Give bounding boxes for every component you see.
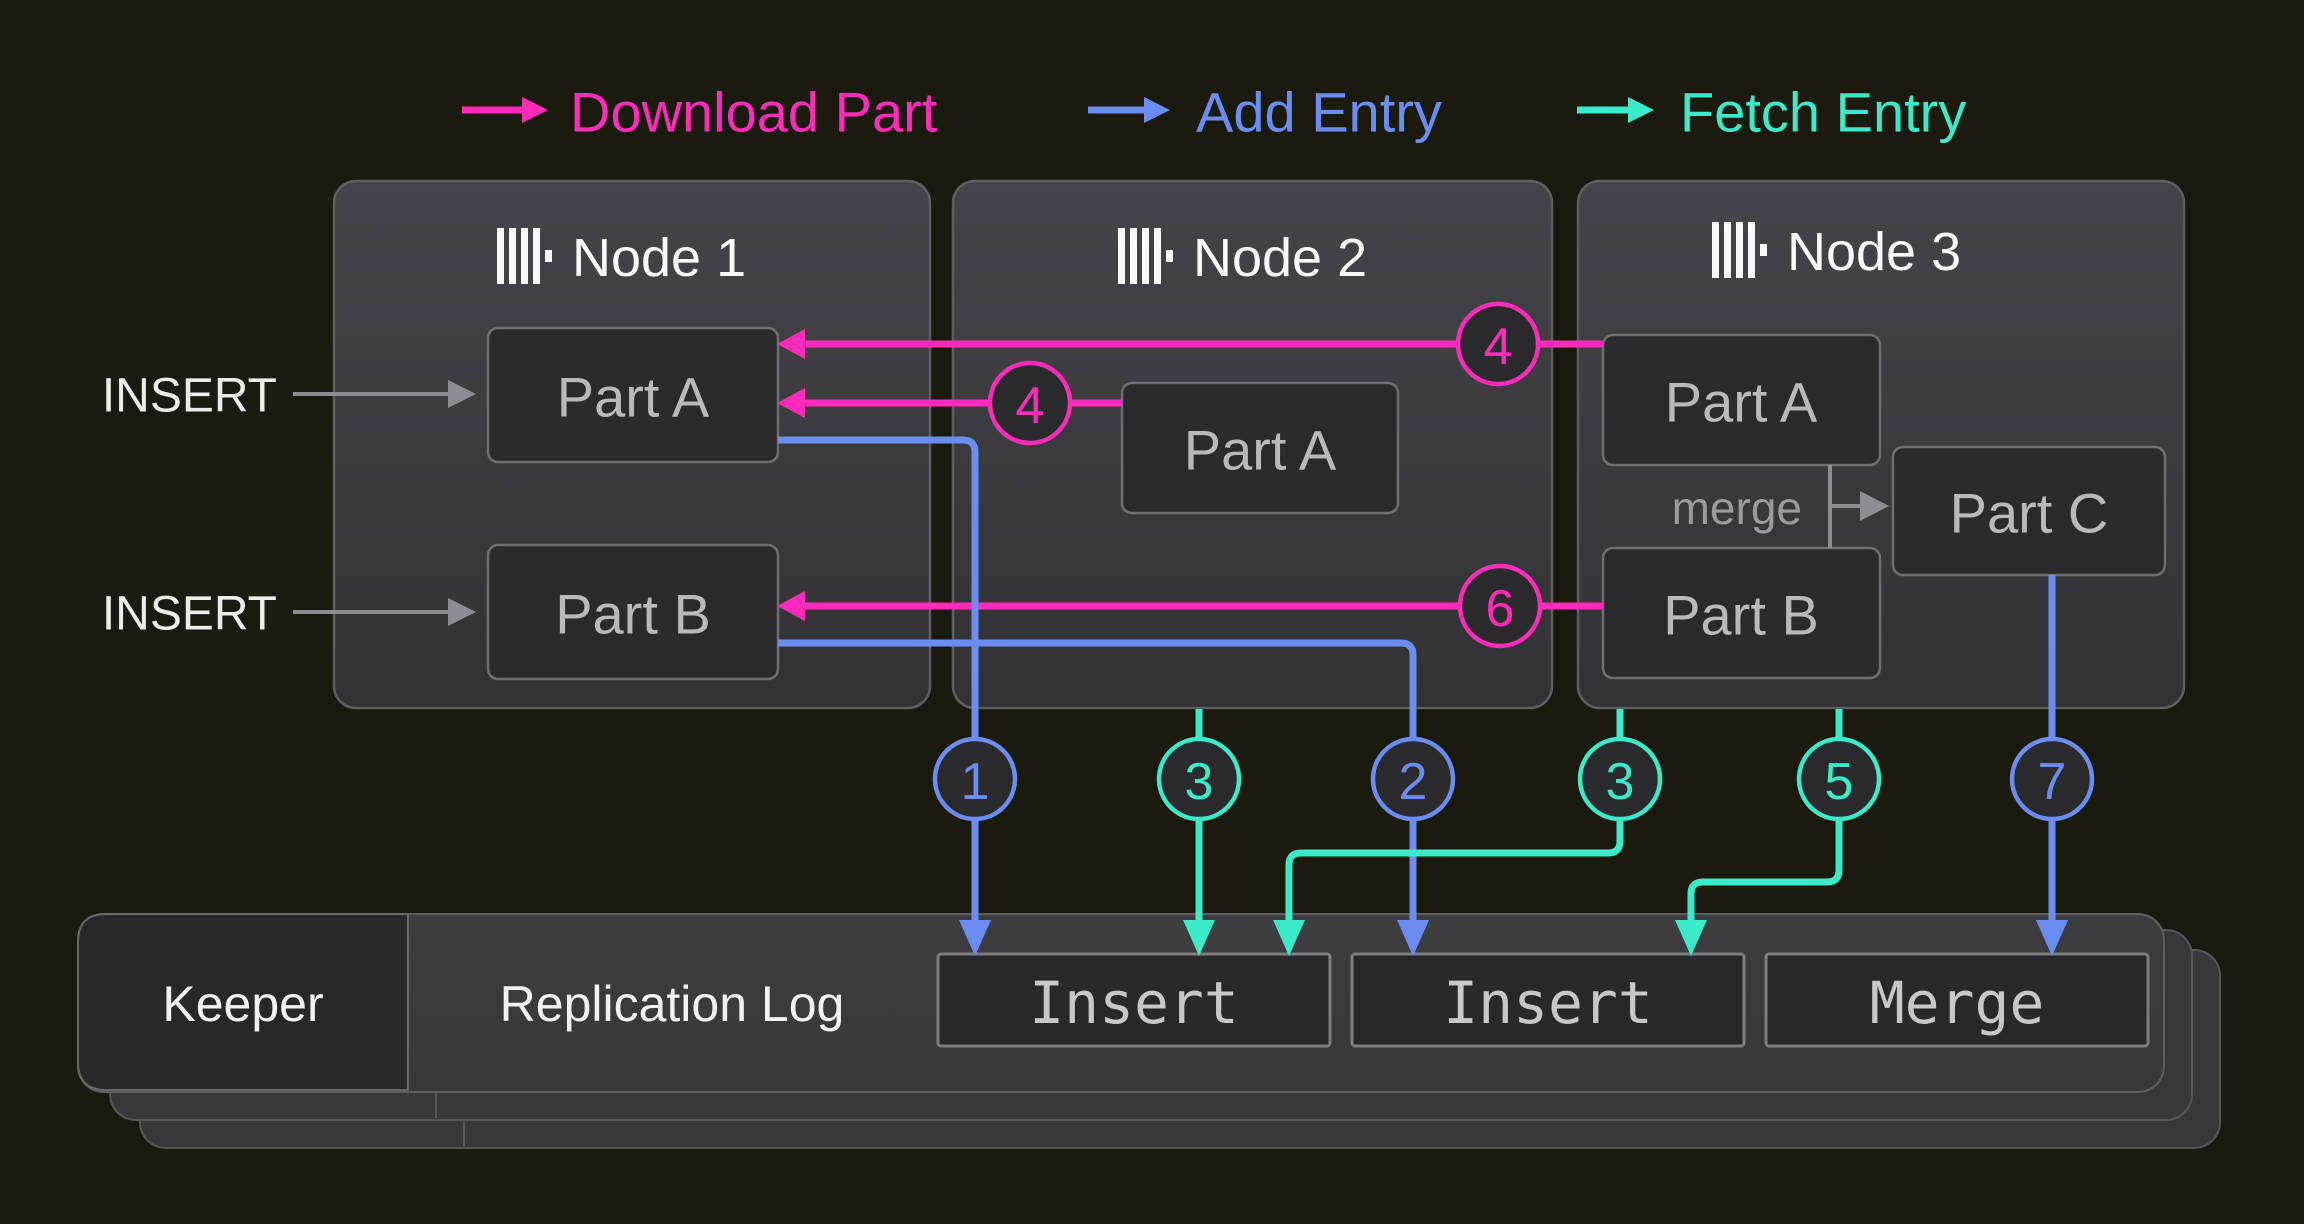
node-2-title: Node 2 <box>1193 228 1367 288</box>
badge-1: 1 <box>935 739 1015 819</box>
node2-part-a-label: Part A <box>1184 419 1337 482</box>
node-3-title: Node 3 <box>1787 222 1961 282</box>
badge-7-number: 7 <box>2038 753 2067 811</box>
badge-2-number: 2 <box>1399 753 1428 811</box>
insert-label-2: INSERT <box>102 588 277 641</box>
badge-4-mid-number: 4 <box>1016 377 1045 435</box>
badge-2: 2 <box>1373 739 1453 819</box>
badge-4-top-number: 4 <box>1484 318 1513 376</box>
badge-5: 5 <box>1799 739 1879 819</box>
node-1-title: Node 1 <box>572 228 746 288</box>
node1-part-b-label: Part B <box>555 583 711 646</box>
badge-3a: 3 <box>1159 739 1239 819</box>
badge-5-number: 5 <box>1825 753 1854 811</box>
badge-3a-number: 3 <box>1185 753 1214 811</box>
node3-part-b-label: Part B <box>1663 584 1819 647</box>
badge-7: 7 <box>2012 739 2092 819</box>
badge-6-number: 6 <box>1486 580 1515 638</box>
node3-part-c-label: Part C <box>1950 482 2109 545</box>
badge-4-mid: 4 <box>990 363 1070 443</box>
badge-1-number: 1 <box>961 753 990 811</box>
legend-label-add-entry: Add Entry <box>1196 81 1442 144</box>
node-2-parts: Part A <box>1122 383 1398 513</box>
badge-3b: 3 <box>1580 739 1660 819</box>
badge-6: 6 <box>1460 566 1540 646</box>
legend-label-fetch-entry: Fetch Entry <box>1680 81 1966 144</box>
node1-part-a-label: Part A <box>557 366 710 429</box>
badge-3b-number: 3 <box>1606 753 1635 811</box>
legend-label-download-part: Download Part <box>570 81 938 144</box>
merge-label: merge <box>1672 482 1802 534</box>
replication-diagram: Download Part Add Entry Fetch Entry Node… <box>0 0 2304 1224</box>
log-entry-insert-2-label: Insert <box>1443 969 1653 1037</box>
log-entry-insert-1-label: Insert <box>1029 969 1239 1037</box>
log-entry-merge-label: Merge <box>1870 969 2045 1037</box>
node3-part-a-label: Part A <box>1665 371 1818 434</box>
keeper-label: Keeper <box>162 976 323 1032</box>
replication-log-stack: Keeper Replication Log Insert Insert Mer… <box>78 914 2220 1148</box>
replication-log-title: Replication Log <box>500 976 845 1032</box>
insert-label-1: INSERT <box>102 370 277 423</box>
badge-4-top: 4 <box>1458 304 1538 384</box>
legend: Download Part Add Entry Fetch Entry <box>462 81 1966 144</box>
